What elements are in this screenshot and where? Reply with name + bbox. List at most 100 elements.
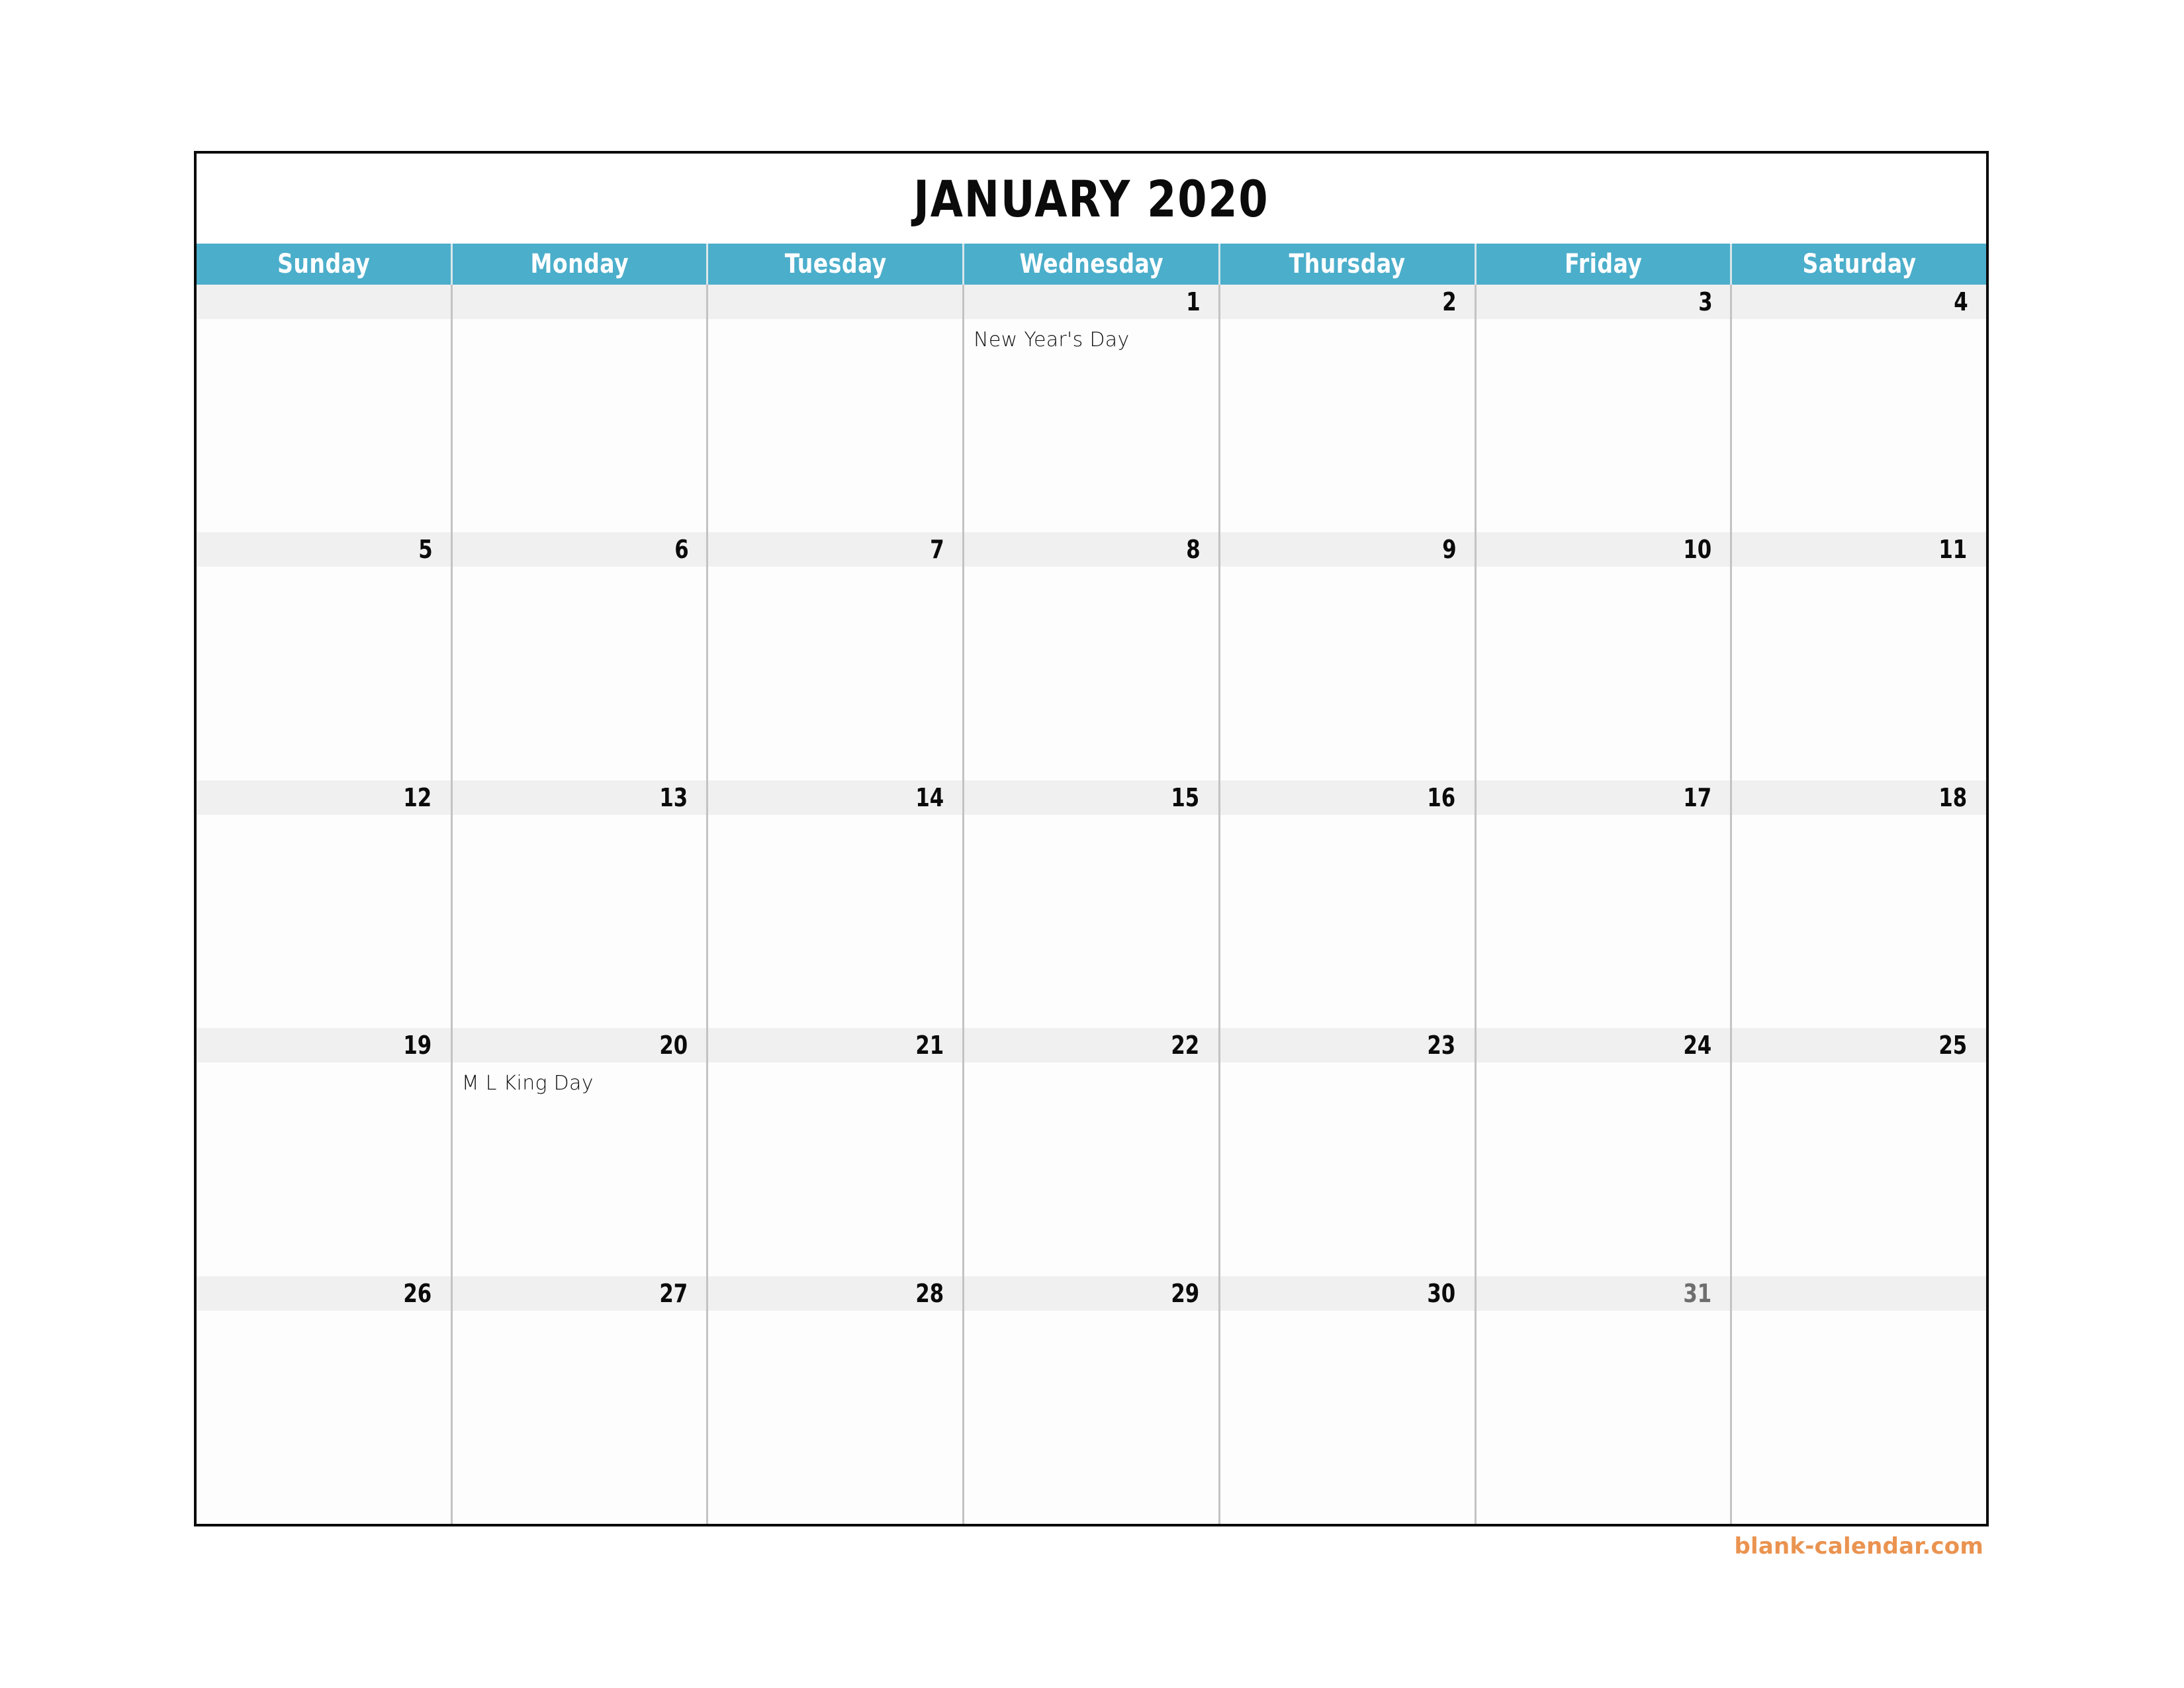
day-cell[interactable]: 20 M L King Day xyxy=(452,1028,709,1276)
events-area[interactable] xyxy=(964,1310,1218,1524)
events-area[interactable] xyxy=(708,1062,963,1276)
events-area[interactable] xyxy=(452,814,707,1029)
events-area[interactable] xyxy=(1732,1310,1987,1524)
events-area[interactable] xyxy=(964,814,1218,1029)
events-area[interactable] xyxy=(1476,814,1731,1029)
day-cell[interactable]: 1 New Year's Day xyxy=(964,285,1220,533)
events-area[interactable] xyxy=(1732,1062,1987,1276)
day-cell[interactable]: 16 xyxy=(1220,780,1477,1029)
date-band: 9 xyxy=(1220,532,1475,567)
date-band: 23 xyxy=(1220,1028,1475,1063)
events-area[interactable] xyxy=(1220,567,1475,780)
date-number: 10 xyxy=(1683,535,1711,565)
date-number: 11 xyxy=(1938,535,1968,565)
calendar-weeks-grid: 1 New Year's Day 2 3 4 5 6 7 8 9 10 11 1… xyxy=(197,285,1987,1524)
day-cell[interactable]: 18 xyxy=(1732,780,1987,1029)
weekday-label: Wednesday xyxy=(1019,249,1163,279)
date-number: 4 xyxy=(1954,287,1968,316)
date-band: 21 xyxy=(708,1028,963,1063)
day-cell[interactable]: 6 xyxy=(452,532,709,780)
weekday-label: Monday xyxy=(530,249,629,279)
day-cell[interactable]: 12 xyxy=(197,780,453,1029)
date-number: 7 xyxy=(930,535,944,565)
day-cell[interactable]: 27 xyxy=(452,1276,709,1524)
day-cell[interactable]: 8 xyxy=(964,532,1220,780)
day-cell[interactable]: 22 xyxy=(964,1028,1220,1276)
events-area[interactable] xyxy=(1476,567,1731,780)
day-cell[interactable]: 15 xyxy=(964,780,1220,1029)
events-area[interactable] xyxy=(1476,319,1731,533)
events-area[interactable] xyxy=(1732,814,1987,1029)
day-cell[interactable]: 24 xyxy=(1476,1028,1733,1276)
day-cell[interactable]: 26 xyxy=(197,1276,453,1524)
day-cell[interactable]: 4 xyxy=(1732,285,1987,533)
day-cell[interactable]: 14 xyxy=(708,780,965,1029)
events-area[interactable] xyxy=(197,567,451,780)
day-cell[interactable]: 17 xyxy=(1476,780,1733,1029)
day-cell[interactable]: 9 xyxy=(1220,532,1477,780)
date-number: 26 xyxy=(403,1278,432,1308)
events-area[interactable] xyxy=(197,1062,451,1276)
day-cell[interactable]: 7 xyxy=(708,532,965,780)
events-area[interactable] xyxy=(708,1310,963,1524)
day-cell[interactable]: 13 xyxy=(452,780,709,1029)
events-area[interactable] xyxy=(1220,319,1475,533)
date-number: 2 xyxy=(1441,287,1457,316)
events-area[interactable] xyxy=(452,567,707,780)
day-cell[interactable]: 2 xyxy=(1220,285,1477,533)
date-band: 11 xyxy=(1732,532,1987,567)
events-area[interactable] xyxy=(964,567,1218,780)
events-area[interactable] xyxy=(452,319,707,533)
date-band: 7 xyxy=(708,532,963,567)
event-text: M L King Day xyxy=(461,1072,594,1096)
events-area[interactable] xyxy=(964,1062,1218,1276)
events-area[interactable] xyxy=(452,1310,707,1524)
events-area[interactable]: M L King Day xyxy=(452,1062,707,1276)
day-cell[interactable]: 25 xyxy=(1732,1028,1987,1276)
day-cell[interactable]: 23 xyxy=(1220,1028,1477,1276)
day-cell[interactable]: 19 xyxy=(197,1028,453,1276)
watermark-link[interactable]: blank-calendar.com xyxy=(1734,1533,1983,1560)
events-area[interactable] xyxy=(1732,319,1987,533)
day-cell[interactable]: 31 xyxy=(1476,1276,1733,1524)
events-area[interactable] xyxy=(708,814,963,1029)
date-number: 12 xyxy=(403,782,432,812)
day-cell[interactable]: 21 xyxy=(708,1028,965,1276)
day-cell[interactable] xyxy=(197,285,453,533)
date-band: 29 xyxy=(964,1276,1218,1311)
day-cell[interactable]: 29 xyxy=(964,1276,1220,1524)
day-cell[interactable]: 10 xyxy=(1476,532,1733,780)
events-area[interactable] xyxy=(1732,567,1987,780)
weekday-label: Tuesday xyxy=(784,249,887,279)
day-cell[interactable]: 28 xyxy=(708,1276,965,1524)
date-band: 25 xyxy=(1732,1028,1987,1063)
day-cell[interactable]: 5 xyxy=(197,532,453,780)
day-cell[interactable]: 3 xyxy=(1476,285,1733,533)
date-band: 6 xyxy=(452,532,707,567)
events-area[interactable]: New Year's Day xyxy=(964,319,1218,533)
events-area[interactable] xyxy=(197,1310,451,1524)
date-number: 16 xyxy=(1427,782,1456,812)
weekday-header-row: Sunday Monday Tuesday Wednesday Thursday… xyxy=(197,244,1987,285)
day-cell[interactable] xyxy=(1732,1276,1987,1524)
events-area[interactable] xyxy=(1220,1310,1475,1524)
events-area[interactable] xyxy=(708,319,963,533)
events-area[interactable] xyxy=(1220,814,1475,1029)
events-area[interactable] xyxy=(197,814,451,1029)
date-band: 30 xyxy=(1220,1276,1475,1311)
day-cell[interactable] xyxy=(452,285,709,533)
events-area[interactable] xyxy=(1476,1310,1731,1524)
day-cell[interactable] xyxy=(708,285,965,533)
events-area[interactable] xyxy=(1220,1062,1475,1276)
events-area[interactable] xyxy=(197,319,451,533)
footer-watermark: blank-calendar.com xyxy=(194,1533,1989,1560)
date-number: 27 xyxy=(659,1278,688,1308)
day-cell[interactable]: 11 xyxy=(1732,532,1987,780)
date-band: 31 xyxy=(1476,1276,1731,1311)
events-area[interactable] xyxy=(1476,1062,1731,1276)
date-number: 3 xyxy=(1698,287,1713,316)
day-cell[interactable]: 30 xyxy=(1220,1276,1477,1524)
date-number: 28 xyxy=(915,1278,944,1308)
events-area[interactable] xyxy=(708,567,963,780)
weekday-header-tuesday: Tuesday xyxy=(708,244,965,285)
